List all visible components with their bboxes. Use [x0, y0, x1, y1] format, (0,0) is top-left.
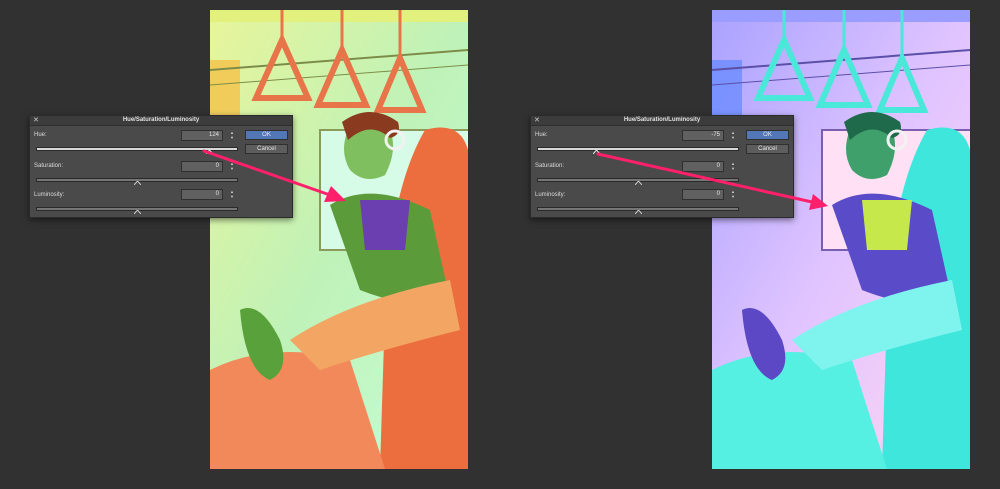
- dialog-titlebar[interactable]: ✕ Hue/Saturation/Luminosity: [30, 116, 292, 126]
- luminosity-input[interactable]: 0: [181, 189, 223, 200]
- hue-input[interactable]: 124: [181, 130, 223, 141]
- saturation-slider-track[interactable]: [537, 178, 739, 186]
- hue-input[interactable]: -75: [682, 130, 724, 141]
- spinner-arrows-icon[interactable]: ▲ ▼: [730, 189, 736, 200]
- slider-thumb-icon[interactable]: [592, 149, 601, 155]
- slider-thumb-icon[interactable]: [133, 180, 142, 186]
- spinner-arrows-icon[interactable]: ▲ ▼: [730, 161, 736, 172]
- slider-thumb-icon[interactable]: [634, 180, 643, 186]
- hue-slider-track[interactable]: [36, 147, 238, 155]
- hue-label: Hue:: [34, 132, 47, 138]
- luminosity-slider-track[interactable]: [537, 207, 739, 215]
- dialog-titlebar[interactable]: ✕ Hue/Saturation/Luminosity: [531, 116, 793, 126]
- slider-thumb-icon[interactable]: [634, 209, 643, 215]
- hue-saturation-dialog-right: ✕ Hue/Saturation/Luminosity Hue: -75 ▲ ▼ …: [530, 115, 794, 218]
- hue-saturation-dialog-left: ✕ Hue/Saturation/Luminosity Hue: 124 ▲ ▼ …: [29, 115, 293, 218]
- luminosity-input[interactable]: 0: [682, 189, 724, 200]
- dialog-title: Hue/Saturation/Luminosity: [623, 117, 701, 123]
- saturation-label: Saturation:: [34, 163, 64, 169]
- luminosity-label: Luminosity:: [535, 192, 566, 198]
- spinner-arrows-icon[interactable]: ▲ ▼: [730, 130, 736, 141]
- saturation-slider-track[interactable]: [36, 178, 238, 186]
- spinner-arrows-icon[interactable]: ▲ ▼: [229, 161, 235, 172]
- ok-button[interactable]: OK: [245, 130, 288, 140]
- saturation-input[interactable]: 0: [181, 161, 223, 172]
- artwork-canvas-left: [210, 10, 468, 469]
- hue-label: Hue:: [535, 132, 548, 138]
- spinner-arrows-icon[interactable]: ▲ ▼: [229, 130, 235, 141]
- artwork-canvas-right: [712, 10, 970, 469]
- ok-button[interactable]: OK: [746, 130, 789, 140]
- luminosity-label: Luminosity:: [34, 192, 65, 198]
- saturation-input[interactable]: 0: [682, 161, 724, 172]
- saturation-label: Saturation:: [535, 163, 565, 169]
- dialog-title: Hue/Saturation/Luminosity: [122, 117, 200, 123]
- illustration-left: [210, 10, 468, 469]
- cancel-button[interactable]: Cancel: [245, 144, 288, 154]
- luminosity-slider-track[interactable]: [36, 207, 238, 215]
- slider-thumb-icon[interactable]: [133, 209, 142, 215]
- illustration-right: [712, 10, 970, 469]
- slider-thumb-icon[interactable]: [205, 149, 214, 155]
- hue-slider-track[interactable]: [537, 147, 739, 155]
- spinner-arrows-icon[interactable]: ▲ ▼: [229, 189, 235, 200]
- cancel-button[interactable]: Cancel: [746, 144, 789, 154]
